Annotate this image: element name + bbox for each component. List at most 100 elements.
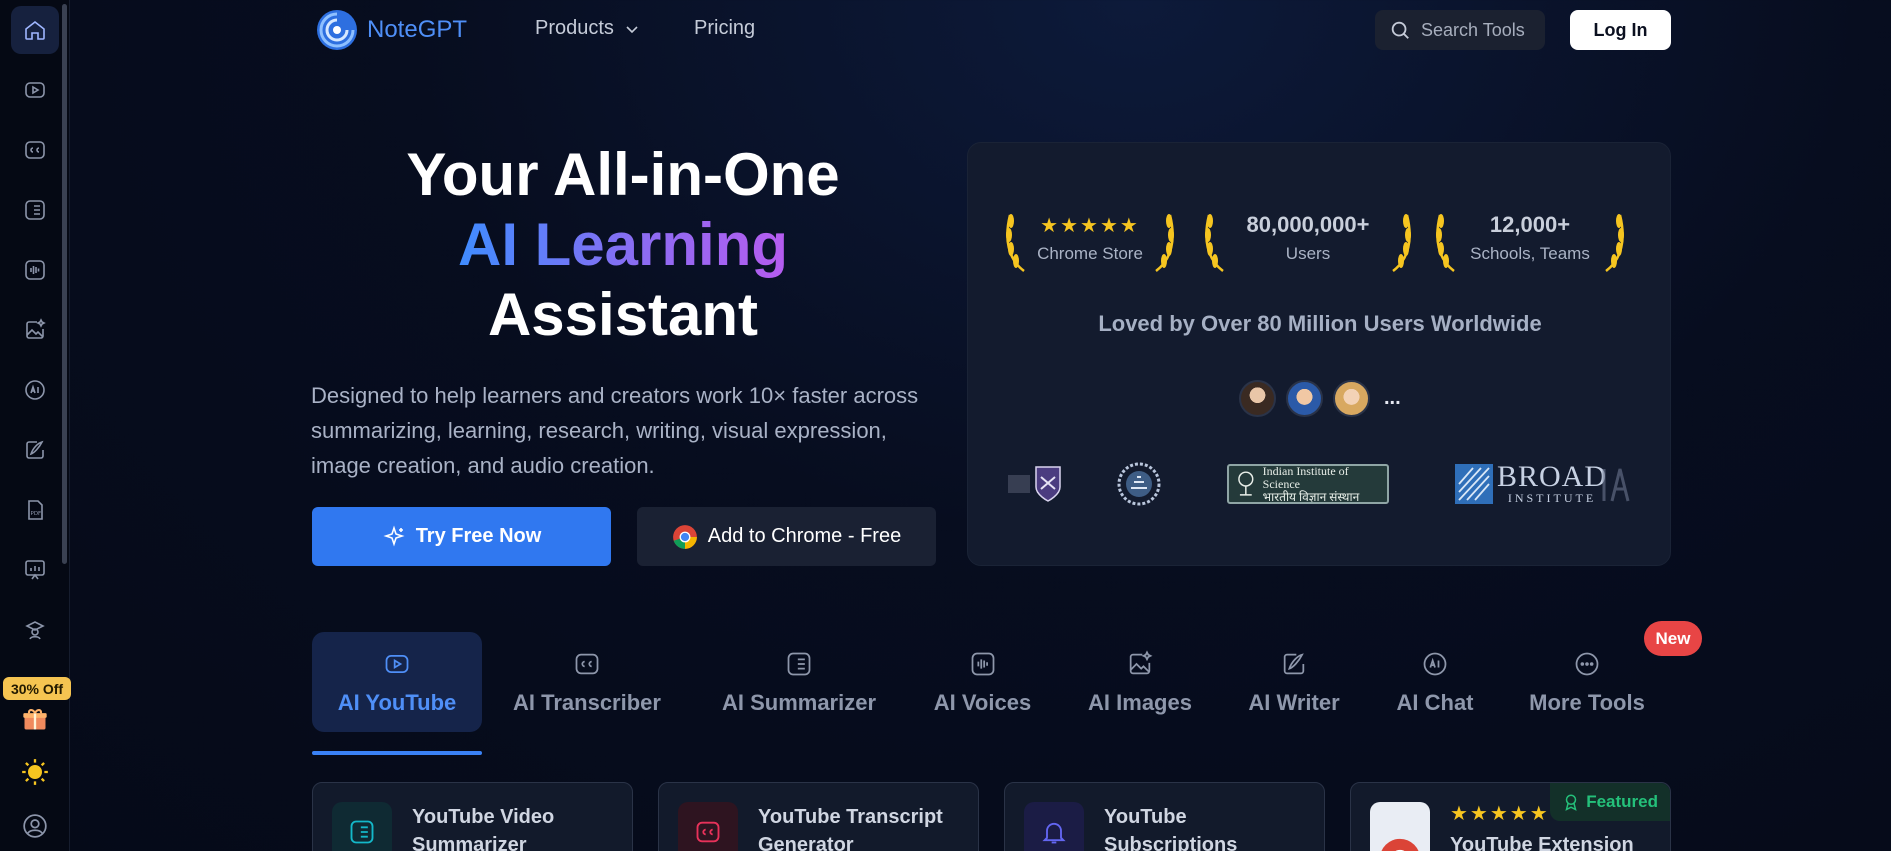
tab-label: AI Writer (1248, 690, 1340, 715)
home-icon (24, 20, 45, 40)
try-free-label: Try Free Now (415, 525, 542, 547)
user-avatars: ... (1239, 380, 1401, 417)
tool-card-video-summarizer[interactable]: YouTube Video Summarizer (312, 782, 633, 851)
tool-card-subscriptions[interactable]: YouTube Subscriptions (1004, 782, 1325, 851)
sidebar-youtube[interactable] (11, 66, 59, 114)
laurel-left-icon (1205, 214, 1224, 272)
sidebar-summarizer[interactable] (11, 186, 59, 234)
top-header: NoteGPT Products Pricing Search Tools Lo… (311, 0, 1673, 60)
more-users: ... (1384, 387, 1401, 409)
sidebar-transcriber[interactable] (11, 126, 59, 174)
hero-title-line1: Your All-in-One (406, 141, 840, 208)
list-icon (350, 820, 374, 844)
avatar (1333, 380, 1370, 417)
sidebar-presentation[interactable] (11, 546, 59, 594)
cc-icon (24, 141, 45, 159)
sidebar-writer[interactable] (11, 426, 59, 474)
add-to-chrome-button[interactable]: Add to Chrome - Free (637, 507, 936, 566)
card-title: YouTube Transcript Generator (758, 806, 943, 851)
nav-pricing[interactable]: Pricing (694, 17, 755, 40)
youtube-icon (385, 654, 409, 674)
sidebar-graduate[interactable] (11, 606, 59, 654)
stats-panel: ★★★★★ Chrome Store 80,000,000+ Users 12,… (967, 142, 1671, 566)
card-title: YouTube Extension (1450, 834, 1634, 851)
hero-title-line2: AI Learning (457, 211, 789, 278)
ai-chat-icon (24, 380, 45, 400)
gift-button[interactable] (11, 695, 59, 743)
university-crest-icon (1008, 466, 1061, 502)
featured-label: Featured (1586, 792, 1658, 811)
tab-label: AI Images (1088, 690, 1192, 715)
nav-products-label: Products (535, 17, 614, 39)
chrome-store-stars: ★★★★★ (1040, 214, 1140, 237)
laurel-right-icon (1605, 214, 1624, 272)
schools-value: 12,000+ (1489, 212, 1571, 237)
award-icon (1565, 794, 1577, 811)
add-to-chrome-label: Add to Chrome - Free (707, 525, 902, 547)
sidebar-scrollbar[interactable] (62, 4, 67, 564)
sidebar-home[interactable] (10, 6, 59, 54)
tool-card-transcript-generator[interactable]: YouTube Transcript Generator (658, 782, 979, 851)
cc-icon (575, 653, 599, 675)
broad-emblem-icon (1455, 464, 1493, 504)
extension-rating-stars: ★★★★★ (1450, 803, 1550, 825)
pen-icon (25, 440, 44, 459)
partial-logo-icon (1602, 468, 1630, 502)
active-tab-indicator (312, 751, 482, 755)
iisc-emblem-icon (1238, 471, 1254, 496)
stat-schools: 12,000+ Schools, Teams (1432, 203, 1628, 273)
sidebar-images[interactable] (11, 306, 59, 354)
tab-ai-writer[interactable]: AI Writer (1234, 632, 1354, 732)
avatar (1239, 380, 1276, 417)
chrome-icon (1381, 838, 1419, 851)
institution-logos: Indian Institute of Science भारतीय विज्ञ… (1008, 459, 1630, 511)
cc-icon (696, 821, 720, 843)
search-placeholder: Search Tools (1421, 19, 1525, 40)
tab-ai-transcriber[interactable]: AI Transcriber (497, 632, 677, 732)
card-title: YouTube Video Summarizer (412, 806, 555, 851)
tab-ai-chat[interactable]: AI Chat (1380, 632, 1490, 732)
sidebar-voices[interactable] (11, 246, 59, 294)
image-sparkle-icon (25, 318, 46, 339)
laurel-right-icon (1155, 214, 1174, 272)
tab-ai-summarizer[interactable]: AI Summarizer (704, 632, 894, 732)
sidebar-pdf[interactable]: PDF (11, 486, 59, 534)
stat-users: 80,000,000+ Users (1201, 203, 1415, 273)
tab-more-tools[interactable]: More Tools (1517, 632, 1657, 732)
tab-label: AI Summarizer (721, 690, 877, 715)
card-icon-box (1024, 802, 1084, 851)
search-tools[interactable]: Search Tools (1375, 10, 1545, 50)
users-label: Users (1285, 244, 1331, 263)
theme-toggle[interactable] (11, 748, 59, 796)
tool-card-youtube-extension[interactable]: ★★★★★ YouTube Extension Featured (1350, 782, 1671, 851)
tab-ai-images[interactable]: AI Images (1075, 632, 1205, 732)
laurel-left-icon (1436, 214, 1455, 272)
search-icon (1391, 21, 1409, 39)
schools-label: Schools, Teams (1470, 244, 1590, 263)
new-badge: New (1644, 621, 1702, 656)
laurel-right-icon (1392, 214, 1411, 272)
card-icon-box (1370, 802, 1430, 851)
tab-label: AI Voices (933, 690, 1032, 715)
image-sparkle-icon (1129, 650, 1153, 675)
nav-products[interactable]: Products (535, 17, 640, 40)
sparkle-icon (383, 524, 405, 547)
profile-button[interactable] (11, 802, 59, 850)
try-free-button[interactable]: Try Free Now (312, 507, 611, 566)
sidebar-ai-chat[interactable] (11, 366, 59, 414)
broad-name: BROAD (1497, 459, 1608, 493)
svg-text:PDF: PDF (30, 511, 41, 517)
loved-text: Loved by Over 80 Million Users Worldwide (1098, 311, 1542, 336)
tab-ai-voices[interactable]: AI Voices (915, 632, 1050, 732)
tab-label: AI YouTube (337, 690, 457, 715)
presentation-icon (24, 560, 45, 580)
tab-ai-youtube[interactable]: AI YouTube (312, 632, 482, 732)
bell-icon (1042, 822, 1066, 844)
iisc-name-hindi: भारतीय विज्ञान संस्थान (1262, 489, 1360, 504)
laurel-left-icon (1006, 214, 1025, 272)
brand-logo[interactable]: NoteGPT (315, 8, 467, 52)
login-button[interactable]: Log In (1570, 10, 1671, 50)
tab-label: More Tools (1529, 690, 1645, 715)
chevron-down-icon (626, 25, 638, 33)
iisc-logo: Indian Institute of Science भारतीय विज्ञ… (1227, 464, 1389, 504)
